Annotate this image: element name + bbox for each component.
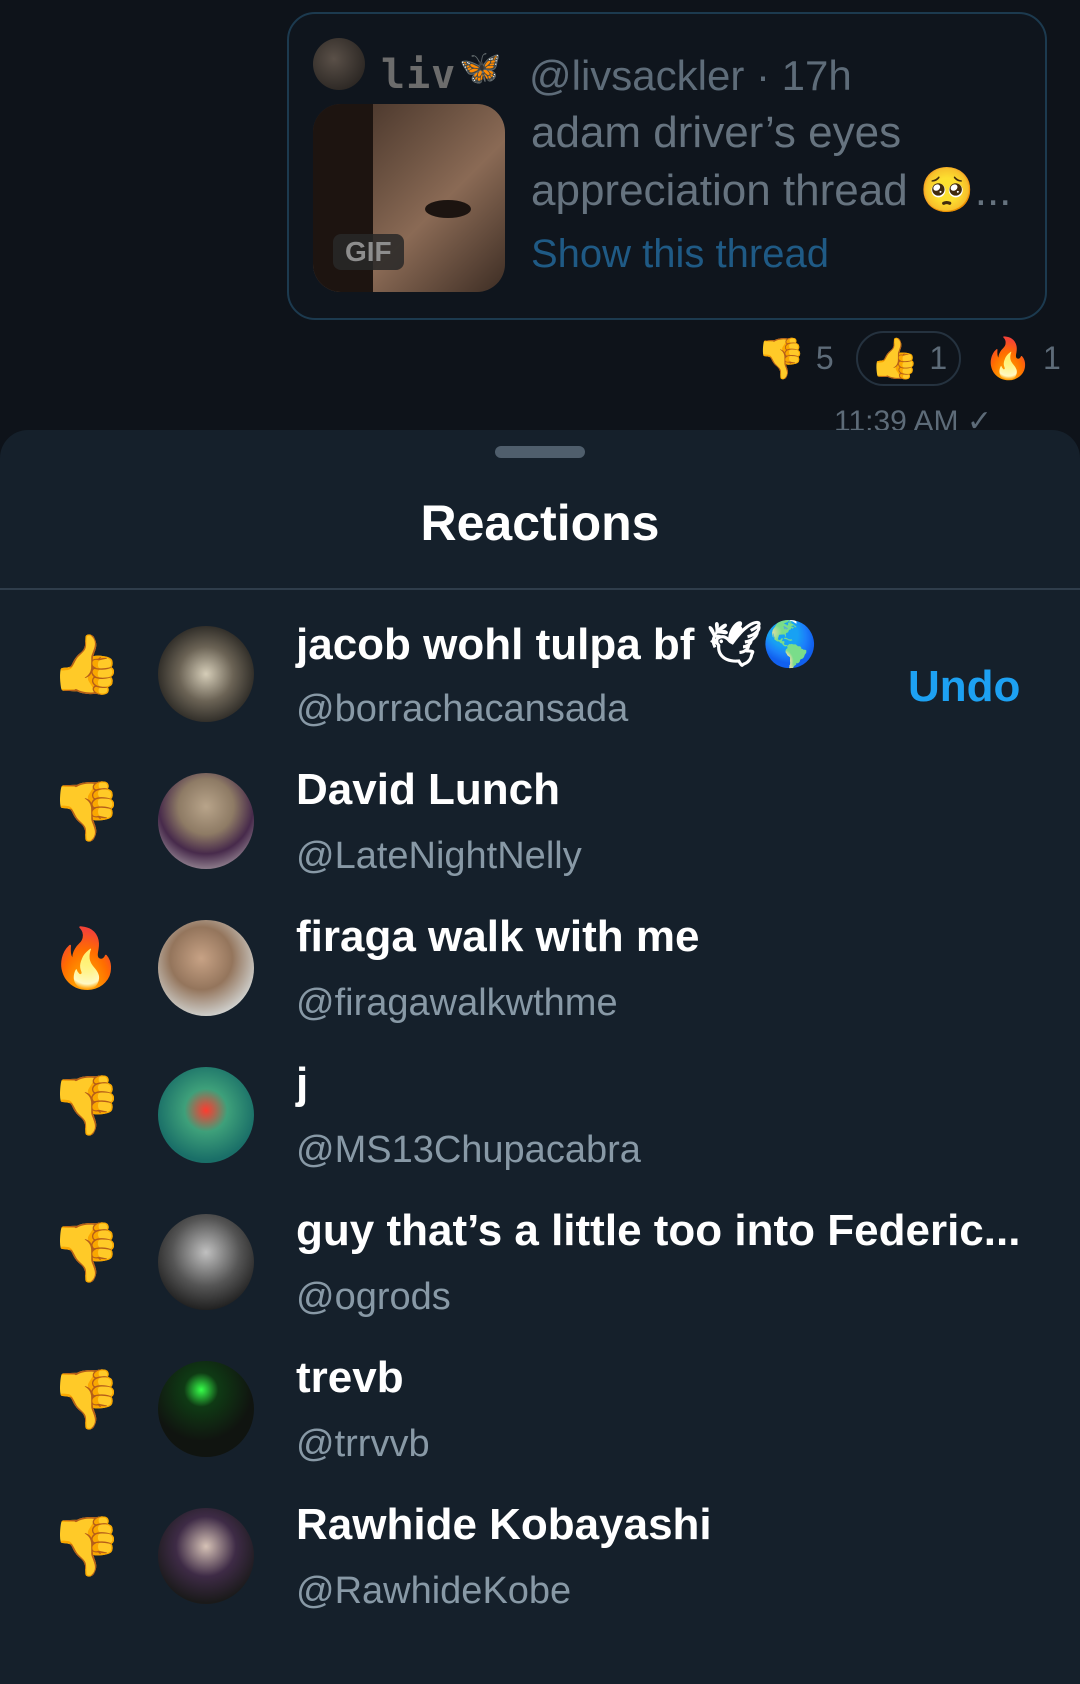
thumbs-down-icon: 👎 [50, 1514, 123, 1579]
gif-badge: GIF [333, 234, 404, 270]
reaction-fire[interactable]: 🔥 1 [983, 335, 1061, 382]
thumbs-down-icon: 👎 [50, 1220, 123, 1285]
reaction-count: 1 [929, 339, 948, 376]
message-reaction-bar[interactable]: 👎 5 👍 1 🔥 1 [756, 330, 1080, 386]
thumbs-down-icon: 👎 [50, 779, 123, 844]
avatar[interactable] [158, 1508, 254, 1604]
avatar[interactable] [158, 1067, 254, 1163]
conversation-background: liv 🦋 @livsackler · 17h GIF adam driver’… [0, 0, 1080, 440]
sheet-title: Reactions [420, 495, 660, 551]
avatar[interactable] [158, 626, 254, 722]
user-handle: @LateNightNelly [296, 835, 582, 877]
quoted-tweet-card[interactable]: liv 🦋 @livsackler · 17h GIF adam driver’… [287, 12, 1047, 320]
reactions-sheet: Reactions 👍 jacob wohl tulpa bf 🕊🌎 @borr… [0, 430, 1080, 1684]
avatar[interactable] [158, 1361, 254, 1457]
thumbs-down-icon: 👎 [756, 336, 806, 381]
user-name: trevb [296, 1353, 404, 1402]
user-handle: @MS13Chupacabra [296, 1129, 641, 1171]
gif-thumbnail[interactable]: GIF [313, 104, 505, 292]
quoted-author-avatar [313, 38, 365, 90]
quoted-tweet-text: adam driver’s eyes appreciation thread 🥺… [531, 108, 1012, 215]
reaction-count: 5 [815, 339, 834, 376]
avatar[interactable] [158, 920, 254, 1016]
fire-icon: 🔥 [50, 926, 123, 991]
fire-icon: 🔥 [983, 336, 1034, 381]
undo-button[interactable]: Undo [908, 662, 1020, 712]
user-name: jacob wohl tulpa bf 🕊🌎 [296, 620, 818, 669]
reaction-count: 1 [1043, 339, 1061, 376]
user-handle: @ogrods [296, 1276, 451, 1318]
sheet-drag-handle[interactable] [495, 446, 585, 458]
thumbs-down-icon: 👎 [50, 1073, 123, 1138]
reaction-row[interactable]: 👎 j @MS13Chupacabra [0, 1031, 1080, 1178]
avatar[interactable] [158, 1214, 254, 1310]
reaction-row[interactable]: 👎 David Lunch @LateNightNelly [0, 737, 1080, 884]
quoted-author-name: liv [381, 52, 457, 98]
thumbs-up-icon: 👍 [50, 632, 123, 697]
thumbs-up-icon: 👍 [869, 336, 920, 381]
reaction-row[interactable]: 👎 trevb @trrvvb [0, 1325, 1080, 1472]
user-name: firaga walk with me [296, 912, 700, 961]
user-handle: @trrvvb [296, 1423, 430, 1465]
reaction-row[interactable]: 👎 Rawhide Kobayashi @RawhideKobe [0, 1472, 1080, 1619]
user-name: j [296, 1059, 309, 1108]
thumbnail-eye [425, 200, 471, 218]
user-handle: @borrachacansada [296, 688, 629, 730]
reaction-thumbs-down[interactable]: 👎 5 [756, 335, 834, 382]
show-thread-link[interactable]: Show this thread [531, 232, 829, 277]
butterfly-emoji: 🦋 [459, 49, 502, 87]
user-handle: @firagawalkwthme [296, 982, 618, 1024]
reaction-row[interactable]: 🔥 firaga walk with me @firagawalkwthme [0, 884, 1080, 1031]
thumbs-down-icon: 👎 [50, 1367, 123, 1432]
user-handle: @RawhideKobe [296, 1570, 572, 1612]
avatar[interactable] [158, 773, 254, 869]
reaction-thumbs-up[interactable]: 👍 1 [855, 330, 962, 386]
reaction-row[interactable]: 👍 jacob wohl tulpa bf 🕊🌎 @borrachacansad… [0, 590, 1080, 737]
reaction-row[interactable]: 👎 guy that’s a little too into Federic..… [0, 1178, 1080, 1325]
user-name: David Lunch [296, 765, 561, 814]
user-name: Rawhide Kobayashi [296, 1500, 712, 1549]
user-name: guy that’s a little too into Federic... [296, 1206, 1021, 1255]
quoted-author-handle: @livsackler · 17h [529, 52, 852, 99]
